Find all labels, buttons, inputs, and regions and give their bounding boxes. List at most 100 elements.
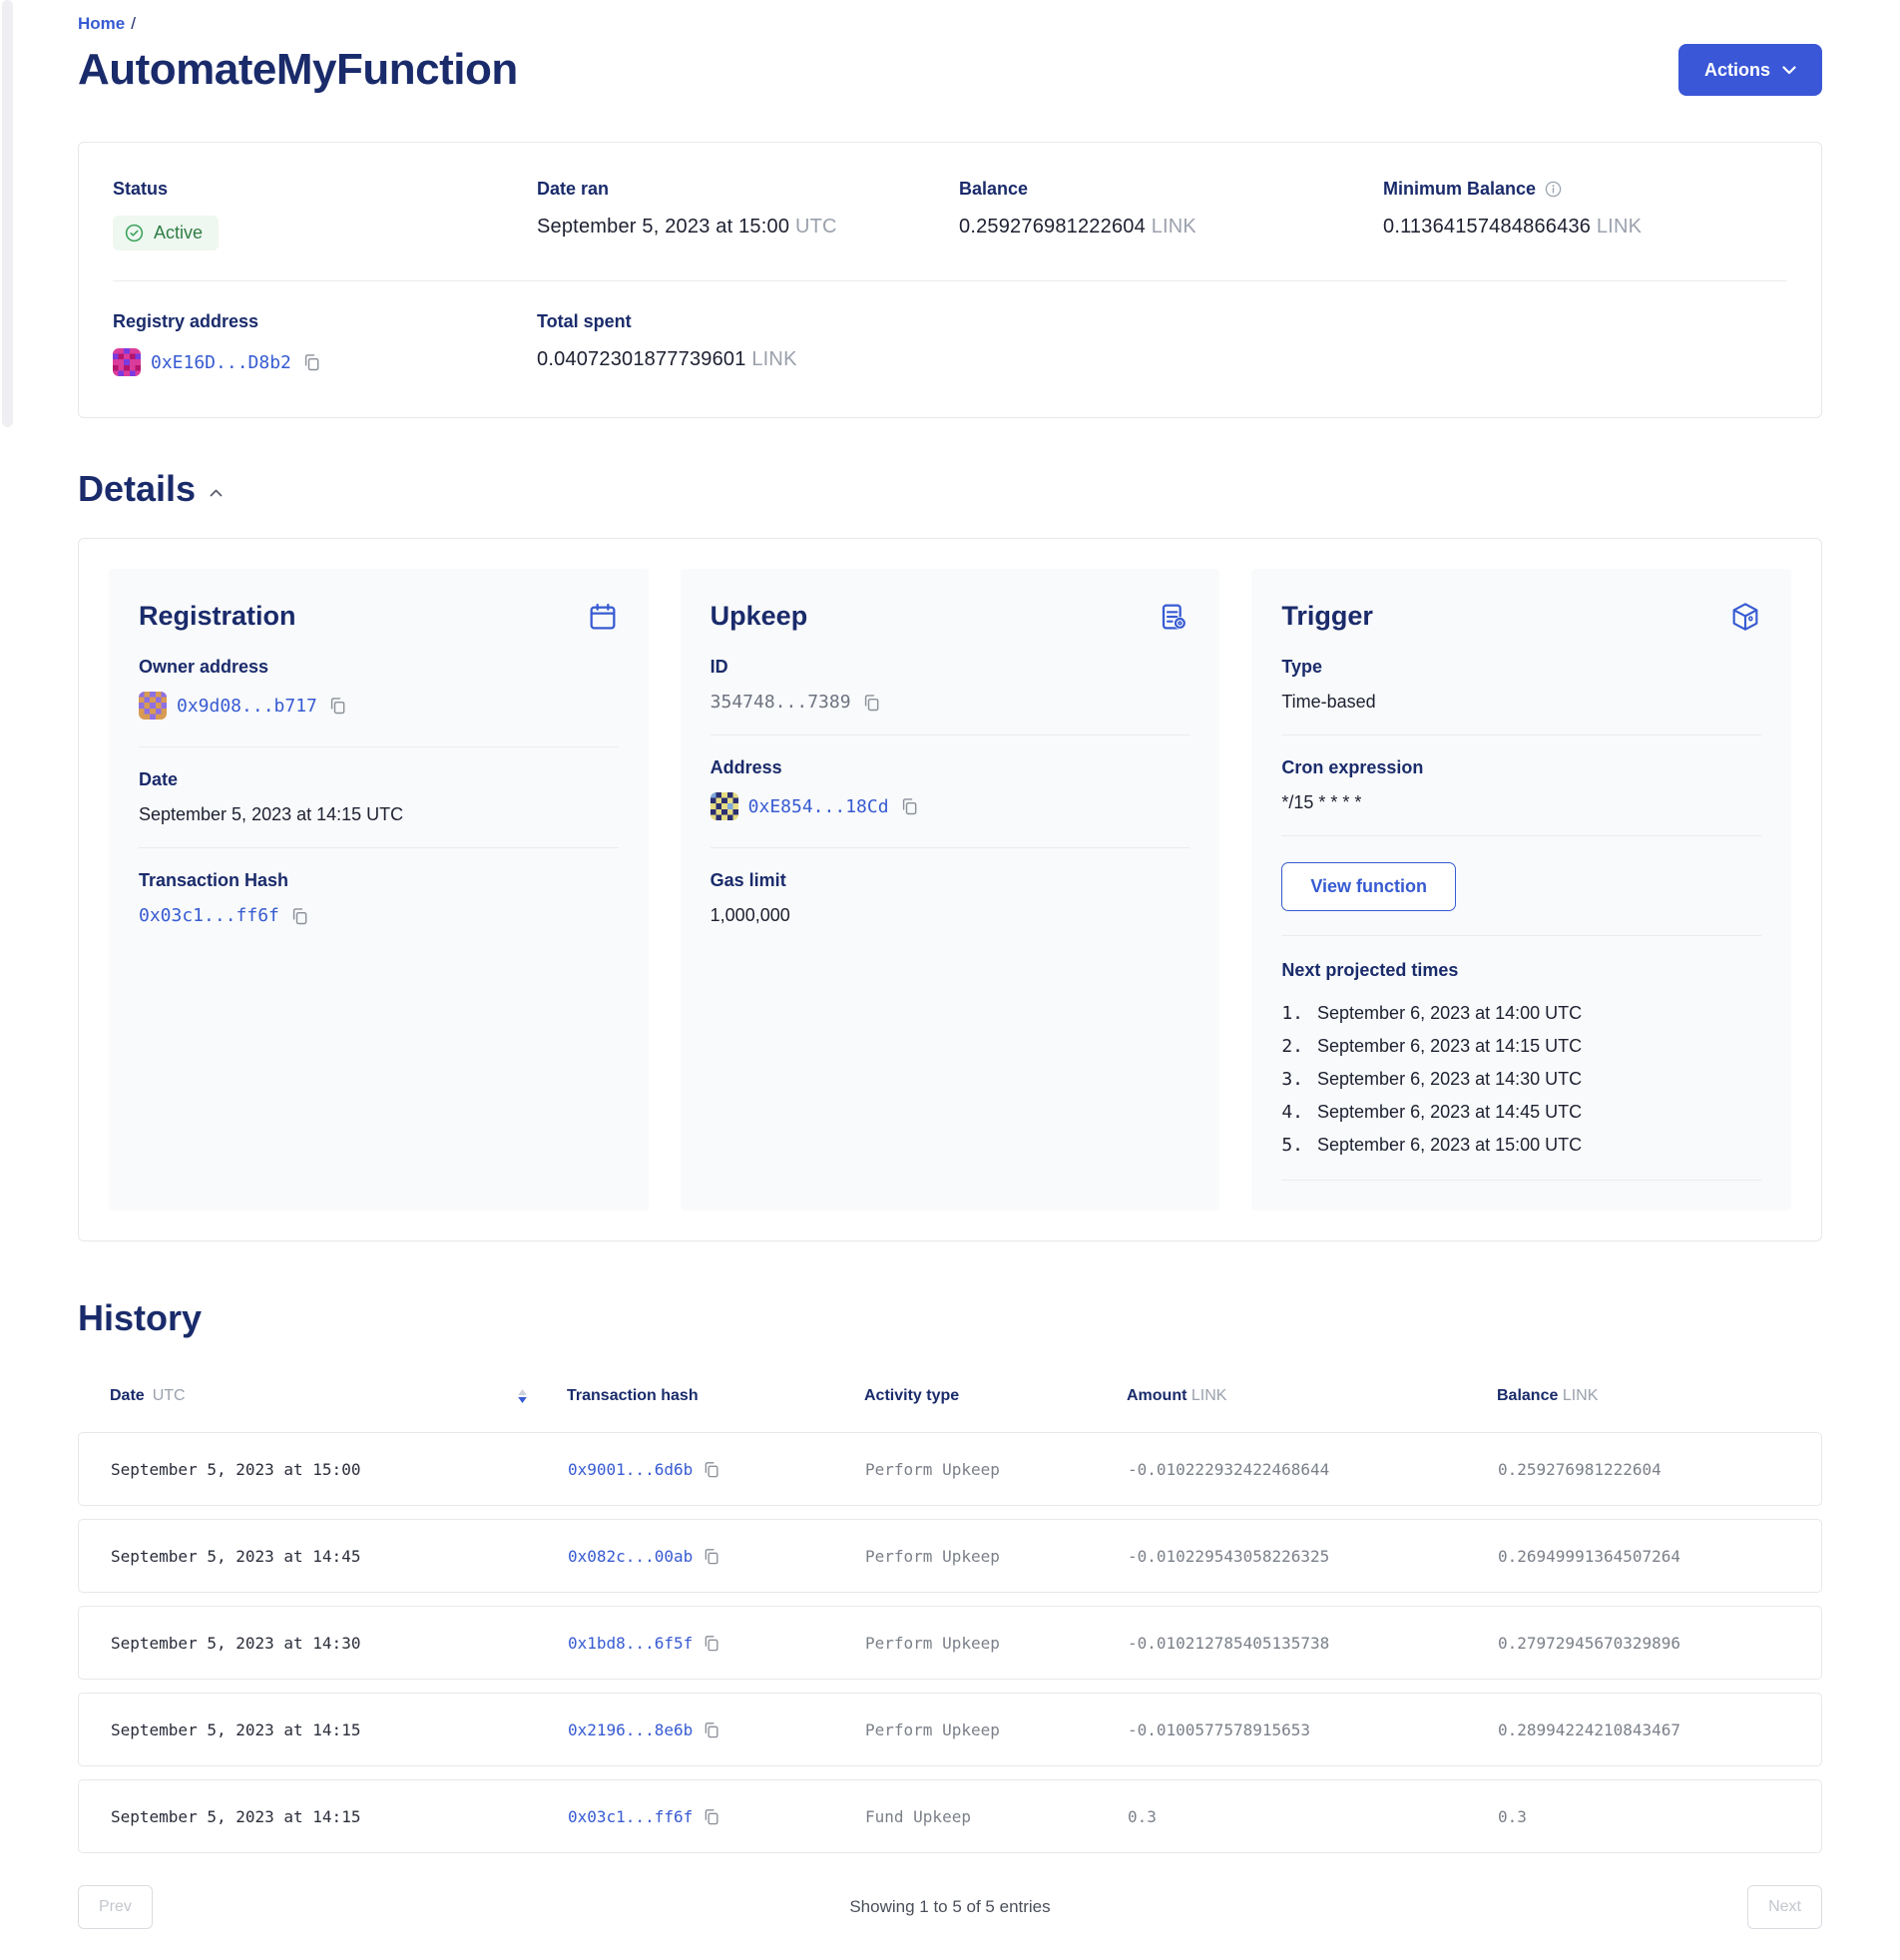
row-hash-copy-button[interactable] [702,1460,720,1479]
col-amount-unit: LINK [1191,1387,1227,1404]
upkeep-address-copy-button[interactable] [899,796,919,816]
projected-time-text: September 6, 2023 at 14:00 UTC [1317,1003,1582,1024]
col-date-label: Date [110,1387,145,1405]
projected-time-number: 5. [1281,1135,1303,1156]
projected-time-item: 4.September 6, 2023 at 14:45 UTC [1281,1096,1761,1129]
min-balance-value: 0.11364157484866436 [1383,216,1591,238]
registry-identicon [113,348,141,376]
page-title: AutomateMyFunction [78,45,518,95]
row-date: September 5, 2023 at 14:45 [111,1547,568,1566]
total-spent-label: Total spent [537,311,959,332]
row-hash-link[interactable]: 0x1bd8...6f5f [568,1634,693,1653]
registration-date-label: Date [139,769,619,790]
registry-address-field: Registry address 0xE16D...D8b2 [113,311,537,381]
row-hash-link[interactable]: 0x9001...6d6b [568,1460,693,1479]
overview-card: Status Active Date ran September 5, 2023… [78,142,1822,418]
row-activity: Perform Upkeep [865,1547,1128,1566]
owner-copy-button[interactable] [327,696,347,716]
trigger-type-value: Time-based [1281,692,1761,713]
projected-time-number: 3. [1281,1069,1303,1090]
row-hash-link[interactable]: 0x2196...8e6b [568,1720,693,1739]
projected-time-text: September 6, 2023 at 14:15 UTC [1317,1036,1582,1057]
row-amount: -0.0100577578915653 [1128,1720,1498,1739]
min-balance-label: Minimum Balance [1383,179,1536,200]
projected-time-item: 1. September 6, 2023 at 14:00 UTC [1281,997,1761,1030]
date-ran-label: Date ran [537,179,959,200]
row-date: September 5, 2023 at 14:15 [111,1720,568,1739]
trigger-type-label: Type [1281,657,1761,678]
trigger-title: Trigger [1281,601,1373,632]
transaction-hash-link[interactable]: 0x03c1...ff6f [139,905,279,926]
row-balance: 0.259276981222604 [1498,1460,1821,1479]
breadcrumb: Home/ [78,14,1822,34]
owner-address-label: Owner address [139,657,619,678]
row-activity: Perform Upkeep [865,1634,1128,1653]
registration-title: Registration [139,601,296,632]
table-row: September 5, 2023 at 14:45 0x082c...00ab… [78,1519,1822,1593]
date-ran-value: September 5, 2023 at 15:00 [537,216,789,238]
row-hash-copy-button[interactable] [702,1720,720,1739]
row-hash-link[interactable]: 0x082c...00ab [568,1547,693,1566]
projected-time-text: September 6, 2023 at 14:30 UTC [1317,1069,1582,1090]
projected-time-number: 1. [1281,1003,1303,1024]
total-spent-field: Total spent 0.04072301877739601 LINK [537,311,959,381]
total-spent-value: 0.04072301877739601 [537,348,746,370]
calendar-icon [587,601,619,633]
row-hash-link[interactable]: 0x03c1...ff6f [568,1807,693,1826]
info-icon[interactable] [1544,180,1563,199]
upkeep-id-copy-button[interactable] [861,693,881,713]
row-amount: 0.3 [1128,1807,1498,1826]
row-activity: Perform Upkeep [865,1720,1128,1739]
registration-date-value: September 5, 2023 at 14:15 UTC [139,804,619,825]
view-function-button[interactable]: View function [1281,862,1456,911]
row-balance: 0.28994224210843467 [1498,1720,1821,1739]
details-panel: Registration Owner address 0x9d08...b717 [78,538,1822,1241]
actions-button[interactable]: Actions [1678,44,1822,96]
date-ran-unit: UTC [795,216,837,238]
row-date: September 5, 2023 at 14:30 [111,1634,568,1653]
date-ran-field: Date ran September 5, 2023 at 15:00 UTC [537,179,959,250]
min-balance-unit: LINK [1597,216,1642,238]
col-activity-label: Activity type [864,1387,959,1404]
balance-label: Balance [959,179,1383,200]
gas-limit-label: Gas limit [711,870,1190,891]
transaction-hash-label: Transaction Hash [139,870,619,891]
upkeep-address-link[interactable]: 0xE854...18Cd [748,796,889,817]
upkeep-id-label: ID [711,657,1190,678]
owner-identicon [139,692,167,720]
projected-time-number: 4. [1281,1102,1303,1123]
breadcrumb-home-link[interactable]: Home [78,14,125,33]
upkeep-address-label: Address [711,757,1190,778]
row-balance: 0.3 [1498,1807,1821,1826]
row-hash-copy-button[interactable] [702,1547,720,1566]
row-hash-copy-button[interactable] [702,1807,720,1826]
col-balance-unit: LINK [1563,1387,1599,1404]
upkeep-id-value: 354748...7389 [711,692,851,713]
row-hash-copy-button[interactable] [702,1634,720,1653]
transaction-hash-copy-button[interactable] [289,906,309,926]
balance-unit: LINK [1152,216,1196,238]
col-amount-label: Amount [1127,1387,1187,1404]
next-button[interactable]: Next [1747,1885,1822,1929]
owner-address-link[interactable]: 0x9d08...b717 [177,696,317,717]
registry-copy-button[interactable] [301,352,321,372]
row-amount: -0.010212785405135738 [1128,1634,1498,1653]
check-circle-icon [124,223,145,244]
sort-icon[interactable] [518,1389,527,1403]
col-balance-label: Balance [1497,1387,1558,1404]
chevron-down-icon [1782,66,1796,75]
balance-value: 0.259276981222604 [959,216,1146,238]
details-collapse-toggle[interactable] [210,489,223,497]
row-date: September 5, 2023 at 14:15 [111,1807,568,1826]
trigger-card: Trigger Type Time-based Cron expression … [1251,569,1791,1211]
left-edge-scroll-strip [2,0,13,427]
gas-limit-value: 1,000,000 [711,905,1190,926]
actions-button-label: Actions [1704,60,1770,81]
prev-button[interactable]: Prev [78,1885,153,1929]
table-row: September 5, 2023 at 15:00 0x9001...6d6b… [78,1432,1822,1506]
table-row: September 5, 2023 at 14:15 0x2196...8e6b… [78,1693,1822,1766]
table-row: September 5, 2023 at 14:15 0x03c1...ff6f… [78,1779,1822,1853]
registry-address-link[interactable]: 0xE16D...D8b2 [151,352,291,373]
status-field: Status Active [113,179,537,250]
projected-time-item: 5.September 6, 2023 at 15:00 UTC [1281,1129,1761,1162]
